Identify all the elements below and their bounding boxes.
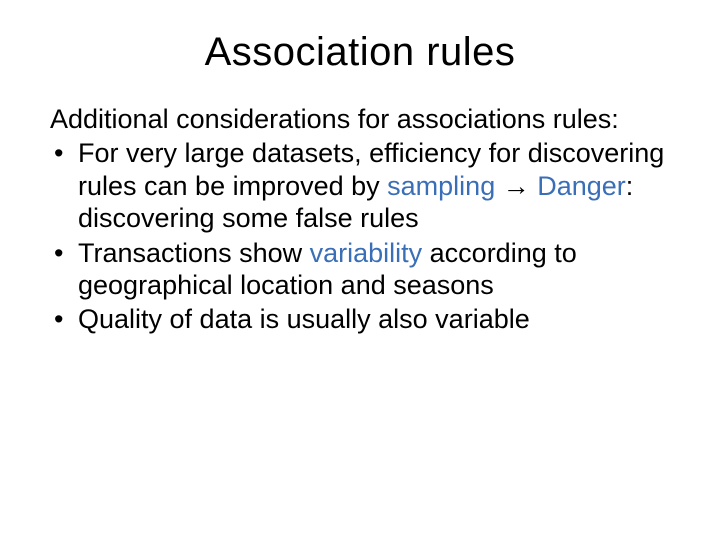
bullet-item: Transactions show variability according …	[50, 237, 670, 302]
highlight-danger: Danger	[537, 171, 626, 201]
arrow-icon: →	[495, 171, 537, 201]
bullet-item: Quality of data is usually also variable	[50, 303, 670, 335]
bullet-list: For very large datasets, efficiency for …	[50, 137, 670, 335]
bullet-item: For very large datasets, efficiency for …	[50, 137, 670, 234]
intro-text: Additional considerations for associatio…	[50, 103, 670, 135]
bullet-text: Transactions show	[78, 238, 310, 268]
bullet-text: Quality of data is usually also variable	[78, 304, 530, 334]
slide-title: Association rules	[50, 30, 670, 75]
highlight-variability: variability	[310, 238, 423, 268]
highlight-sampling: sampling	[387, 171, 495, 201]
